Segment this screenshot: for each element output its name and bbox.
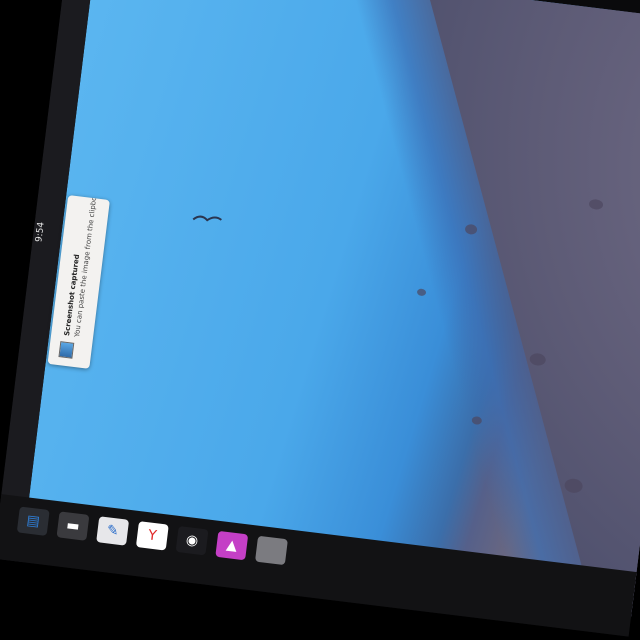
launcher-app-icon[interactable]: ▲ bbox=[215, 530, 249, 561]
obs-studio-app-icon[interactable]: ◉ bbox=[175, 525, 209, 556]
clock[interactable]: 9:54 bbox=[34, 221, 60, 244]
text-editor-app-icon[interactable]: ✎ bbox=[96, 516, 130, 546]
screenshot-thumbnail bbox=[58, 341, 75, 359]
bird-icon bbox=[192, 215, 222, 222]
blank-app-icon[interactable] bbox=[254, 535, 288, 566]
terminal-app-icon[interactable]: ▬ bbox=[56, 511, 90, 541]
files-app-icon[interactable]: ▤ bbox=[16, 506, 50, 536]
yandex-browser-app-icon[interactable]: Y bbox=[135, 521, 169, 551]
photo-of-screen: ◉ ▭ ▦ 9:54 Screenshot captured You can p… bbox=[0, 0, 640, 640]
desktop-screen: ◉ ▭ ▦ 9:54 Screenshot captured You can p… bbox=[0, 0, 640, 637]
